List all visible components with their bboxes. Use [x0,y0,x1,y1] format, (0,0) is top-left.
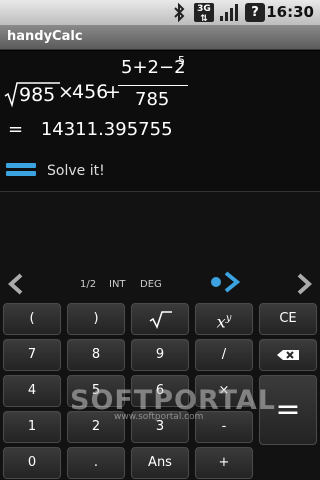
fraction-exponent: 5 [178,54,185,67]
result-equals: = [8,119,24,140]
cursor-move-icon[interactable] [210,270,244,294]
keypad: 1/2 INT DEG ( ) xy CE 7 8 9 / 4 5 6 × = … [0,192,320,480]
status-bar: 3G ⇅ ? 16:30 [0,0,320,25]
expression[interactable]: 985 × 456 + 5+2−2 5 785 [4,54,316,117]
result-line: = 14311.395755 [8,119,173,140]
digit-1-button[interactable]: 1 [3,411,61,443]
digit-7-button[interactable]: 7 [3,339,61,371]
int-mode-toggle[interactable]: INT [109,279,126,290]
chevron-left-icon[interactable] [4,272,28,296]
unknown-icon: ? [245,3,265,22]
power-exponent: y [225,313,232,324]
backspace-icon [277,350,299,360]
bluetooth-icon [174,3,185,22]
decimal-button[interactable]: . [67,447,125,479]
solve-label: Solve it! [47,163,105,179]
ans-button[interactable]: Ans [131,447,189,479]
fraction-mode-toggle[interactable]: 1/2 [80,279,96,290]
angle-mode-toggle[interactable]: DEG [140,279,162,290]
signal-icon [220,4,238,21]
watermark: SOFTPORTAL www.softportal.com [70,385,275,425]
fraction-bar [118,85,188,86]
status-time: 16:30 [266,3,314,21]
open-paren-button[interactable]: ( [3,303,61,335]
digit-4-button[interactable]: 4 [3,375,61,407]
watermark-url: www.softportal.com [114,412,204,422]
sqrt-argument: 985 [19,84,56,106]
operand: 456 [72,81,109,103]
title-bar: handyCalc [0,25,320,50]
backspace-button[interactable] [259,339,317,371]
digit-0-button[interactable]: 0 [3,447,61,479]
digit-8-button[interactable]: 8 [67,339,125,371]
solve-button[interactable]: Solve it! [6,159,206,181]
digit-9-button[interactable]: 9 [131,339,189,371]
sqrt-icon [149,311,172,329]
ce-button[interactable]: CE [259,303,317,335]
power-button[interactable]: xy [195,303,253,335]
fraction: 5+2−2 5 785 [118,54,188,117]
sqrt-term: 985 [4,81,60,107]
fraction-numerator: 5+2−2 [121,57,186,78]
close-paren-button[interactable]: ) [67,303,125,335]
sqrt-button[interactable] [131,303,189,335]
result-value: 14311.395755 [40,119,173,140]
3g-icon: 3G ⇅ [194,3,214,24]
equals-icon [6,163,36,177]
divide-button[interactable]: / [195,339,253,371]
plus-button[interactable]: + [195,447,253,479]
calculator-display: 985 × 456 + 5+2−2 5 785 = 14311.395755 S… [0,51,320,191]
app-title: handyCalc [7,29,83,44]
power-base: x [216,312,226,332]
fraction-denominator: 785 [135,89,170,110]
chevron-right-icon[interactable] [292,272,316,296]
